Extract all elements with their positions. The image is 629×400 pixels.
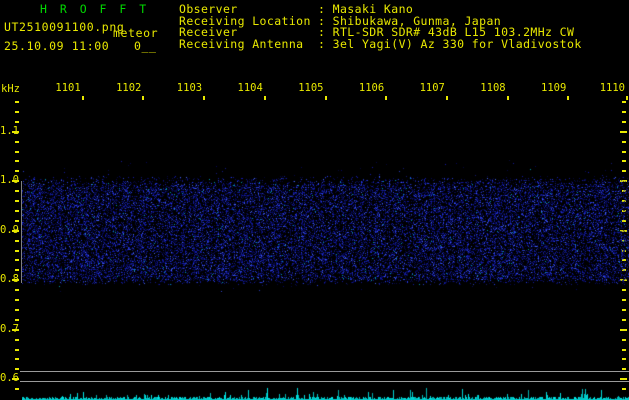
time-axis-label: 1109 [541, 82, 567, 94]
app-title: H R O F F T [40, 2, 150, 16]
axis-tick [15, 170, 19, 172]
axis-tick [620, 131, 627, 133]
axis-tick [15, 358, 19, 360]
axis-tick [15, 141, 19, 143]
header-field-row: Receiving Antenna: 3el Yagi(V) Az 330 fo… [179, 38, 582, 50]
reference-line-lower [20, 381, 629, 382]
spectrogram-noise-band [22, 160, 629, 292]
axis-tick [15, 240, 19, 242]
axis-tick [620, 378, 627, 380]
field-separator: : [318, 36, 326, 51]
axis-tick [622, 101, 626, 103]
hrofft-screenshot: H R O F F T UT2510091100.png meteor 25.1… [0, 0, 629, 400]
axis-tick [263, 96, 266, 100]
axis-tick [622, 319, 626, 321]
axis-tick [567, 96, 570, 100]
status-counter: 0__ [134, 39, 157, 53]
axis-tick [15, 388, 19, 390]
axis-tick [15, 220, 19, 222]
time-axis-label: 1110 [599, 82, 625, 94]
time-axis-label: 1104 [237, 82, 263, 94]
freq-axis-label: 0.6 [0, 372, 19, 384]
axis-tick [15, 151, 19, 153]
time-axis-label: 1102 [116, 82, 142, 94]
time-axis-label: 1101 [55, 82, 81, 94]
axis-tick [622, 339, 626, 341]
axis-tick [445, 96, 448, 100]
axis-tick [622, 141, 626, 143]
axis-tick [15, 299, 19, 301]
axis-tick [324, 96, 327, 100]
axis-tick [506, 96, 509, 100]
axis-tick [622, 299, 626, 301]
field-label: Receiving Antenna [179, 36, 304, 51]
frame-datetime: 25.10.09 11:00 [4, 39, 110, 53]
axis-tick [622, 121, 626, 123]
axis-tick [15, 200, 19, 202]
axis-tick [15, 349, 19, 351]
time-axis-label: 1107 [419, 82, 445, 94]
freq-axis-label: 0.7 [0, 323, 19, 335]
axis-tick [15, 160, 19, 162]
freq-axis-label: 1.1 [0, 125, 19, 137]
axis-tick [15, 121, 19, 123]
axis-tick [203, 96, 206, 100]
station-label: meteor [113, 26, 159, 40]
time-axis-label: 1106 [358, 82, 385, 94]
axis-tick [622, 151, 626, 153]
time-axis-label: 1103 [176, 82, 203, 94]
axis-tick [15, 190, 19, 192]
axis-tick [622, 358, 626, 360]
axis-tick [15, 111, 19, 113]
axis-tick [15, 250, 19, 252]
axis-tick [15, 289, 19, 291]
axis-tick [15, 319, 19, 321]
axis-tick [142, 96, 145, 100]
axis-tick [81, 96, 84, 100]
time-axis-label: 1105 [298, 82, 324, 94]
axis-tick [15, 210, 19, 212]
time-axis-label: 1108 [480, 82, 506, 94]
axis-tick [15, 101, 19, 103]
axis-tick [385, 96, 388, 100]
reference-line-upper [20, 371, 629, 372]
axis-tick [15, 339, 19, 341]
axis-tick [622, 309, 626, 311]
axis-tick [622, 111, 626, 113]
freq-axis-label: 0.9 [0, 224, 19, 236]
axis-tick [15, 309, 19, 311]
axis-tick [620, 329, 627, 331]
axis-tick [15, 368, 19, 370]
freq-axis-label: 0.8 [0, 273, 19, 285]
axis-tick [626, 96, 628, 100]
signal-level-trace [22, 386, 629, 400]
freq-axis-label: 1.0 [0, 174, 19, 186]
axis-tick [622, 368, 626, 370]
output-filename: UT2510091100.png [4, 20, 125, 34]
field-value: 3el Yagi(V) Az 330 for Vladivostok [332, 36, 582, 51]
y-axis-unit-label: kHz [1, 83, 20, 95]
axis-tick [15, 269, 19, 271]
axis-tick [15, 259, 19, 261]
axis-tick [622, 349, 626, 351]
